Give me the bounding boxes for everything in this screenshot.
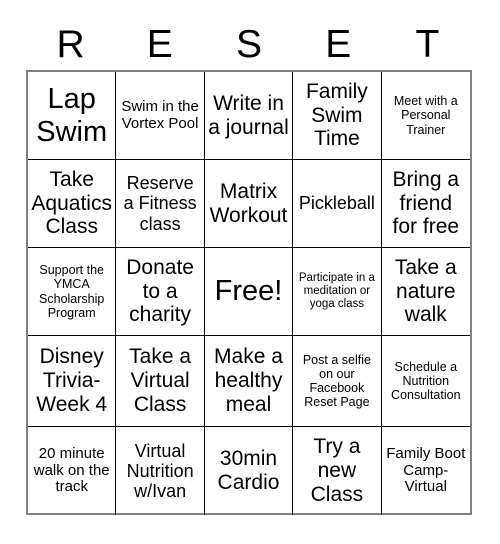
bingo-card: R E S E T Lap Swim Swim in the Vortex Po… xyxy=(0,0,500,544)
bingo-cell[interactable]: 20 minute walk on the track xyxy=(28,427,117,515)
bingo-cell-label: Matrix Workout xyxy=(209,179,288,227)
bingo-cell[interactable]: Family Swim Time xyxy=(293,72,382,160)
bingo-cell[interactable]: Bring a friend for free xyxy=(381,160,470,248)
bingo-cell[interactable]: Make a healthy meal xyxy=(204,336,294,427)
bingo-cell[interactable]: Try a new Class xyxy=(293,427,382,515)
bingo-cell[interactable]: Take Aquatics Class xyxy=(28,160,117,248)
bingo-header: R E S E T xyxy=(26,18,472,70)
bingo-cell-label: 20 minute walk on the track xyxy=(33,444,110,496)
header-letter-3: E xyxy=(325,22,352,66)
bingo-cell-label: Swim in the Vortex Pool xyxy=(121,97,199,132)
bingo-cell-label: Donate to a charity xyxy=(126,255,194,327)
bingo-cell-label: Participate in a meditation or yoga clas… xyxy=(298,272,375,310)
bingo-cell-label: Reserve a Fitness class xyxy=(123,173,197,234)
bingo-cell-label: Pickleball xyxy=(298,193,375,214)
bingo-cell[interactable]: Matrix Workout xyxy=(204,160,294,248)
bingo-cell-label: Take a Virtual Class xyxy=(129,345,192,416)
bingo-cell-label: Support the YMCA Scholarship Program xyxy=(39,263,105,320)
bingo-cell-free[interactable]: Free! xyxy=(204,248,294,336)
bingo-cell[interactable]: Post a selfie on our Facebook Reset Page xyxy=(293,336,382,427)
bingo-cell[interactable]: Pickleball xyxy=(293,160,382,248)
bingo-cell[interactable]: Family Boot Camp-Virtual xyxy=(382,427,470,515)
bingo-cell-label: 30min Cardio xyxy=(217,447,280,494)
bingo-cell-label: Take Aquatics Class xyxy=(31,167,112,239)
bingo-cell-label: Free! xyxy=(214,275,283,308)
bingo-cell-label: Schedule a Nutrition Consultation xyxy=(391,359,461,403)
bingo-cell-label: Disney Trivia-Week 4 xyxy=(36,345,108,416)
bingo-cell[interactable]: Schedule a Nutrition Consultation xyxy=(381,336,470,427)
bingo-cell-label: Family Boot Camp-Virtual xyxy=(386,444,466,496)
bingo-cell-label: Make a healthy meal xyxy=(214,345,283,416)
bingo-cell[interactable]: Swim in the Vortex Pool xyxy=(116,72,205,160)
header-letter-2: S xyxy=(236,22,263,66)
bingo-cell[interactable]: Reserve a Fitness class xyxy=(116,160,205,248)
bingo-cell[interactable]: Lap Swim xyxy=(28,72,117,160)
bingo-cell-label: Take a nature walk xyxy=(394,255,457,327)
bingo-cell[interactable]: Virtual Nutrition w/Ivan xyxy=(116,427,205,515)
bingo-cell-label: Write in a journal xyxy=(208,91,289,139)
bingo-cell-label: Virtual Nutrition w/Ivan xyxy=(126,440,194,502)
header-letter-0: R xyxy=(56,22,85,66)
bingo-cell[interactable]: Donate to a charity xyxy=(116,248,205,336)
bingo-cell-label: Meet with a Personal Trainer xyxy=(393,94,458,137)
bingo-cell-label: Family Swim Time xyxy=(305,79,368,151)
bingo-cell[interactable]: Support the YMCA Scholarship Program xyxy=(28,248,117,336)
bingo-cell[interactable]: Write in a journal xyxy=(204,72,294,160)
bingo-cell[interactable]: Participate in a meditation or yoga clas… xyxy=(293,248,382,336)
bingo-grid: Lap Swim Swim in the Vortex Pool Write i… xyxy=(26,70,472,515)
bingo-cell[interactable]: Meet with a Personal Trainer xyxy=(381,72,470,160)
bingo-cell[interactable]: 30min Cardio xyxy=(205,427,294,515)
bingo-cell-label: Lap Swim xyxy=(36,82,108,148)
header-letter-1: E xyxy=(146,22,173,66)
bingo-cell-label: Post a selfie on our Facebook Reset Page xyxy=(302,352,371,410)
bingo-cell-label: Bring a friend for free xyxy=(392,167,460,239)
bingo-cell[interactable]: Take a Virtual Class xyxy=(116,336,205,427)
bingo-cell[interactable]: Disney Trivia-Week 4 xyxy=(28,336,117,427)
bingo-cell-label: Try a new Class xyxy=(310,435,364,506)
bingo-cell[interactable]: Take a nature walk xyxy=(381,248,470,336)
header-letter-4: T xyxy=(415,22,440,66)
